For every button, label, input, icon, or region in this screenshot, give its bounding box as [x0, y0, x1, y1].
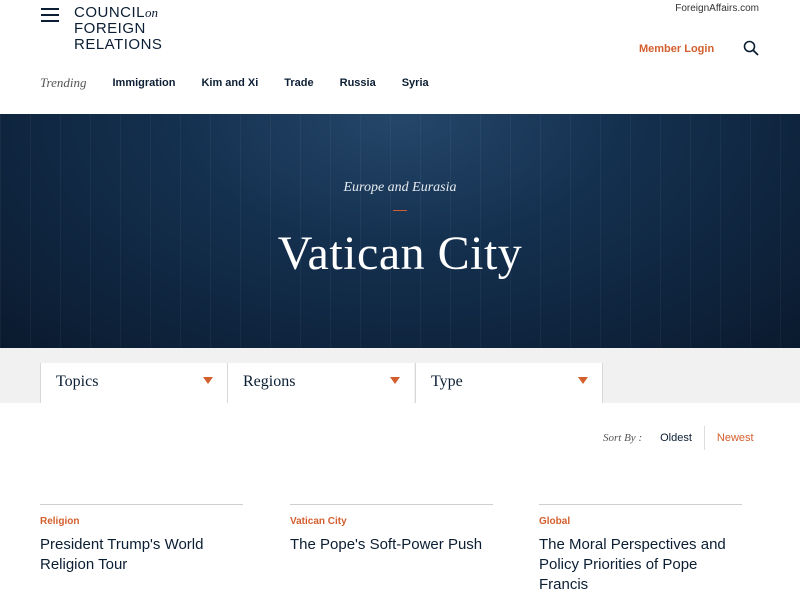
member-login-button[interactable]: Member Login [639, 43, 714, 55]
topics-filter-label: Topics [56, 373, 99, 390]
article-headline[interactable]: The Moral Perspectives and Policy Priori… [539, 535, 742, 595]
hero-banner: Europe and Eurasia Vatican City [0, 114, 800, 348]
article-headline[interactable]: The Pope's Soft-Power Push [290, 535, 493, 555]
filter-divider [602, 363, 603, 403]
sort-oldest-button[interactable]: Oldest [660, 426, 705, 450]
caret-down-icon [390, 377, 400, 384]
article-card[interactable]: Global The Moral Perspectives and Policy… [539, 504, 742, 593]
type-filter-label: Type [431, 373, 463, 390]
article-category[interactable]: Global [539, 516, 570, 527]
caret-down-icon [578, 377, 588, 384]
trending-item-immigration[interactable]: Immigration [112, 77, 175, 89]
hero-divider [393, 210, 407, 211]
article-card[interactable]: Vatican City The Pope's Soft-Power Push [290, 504, 493, 553]
article-headline[interactable]: President Trump's World Religion Tour [40, 535, 243, 575]
trending-item-kim-and-xi[interactable]: Kim and Xi [201, 77, 258, 89]
caret-down-icon [203, 377, 213, 384]
type-filter[interactable]: Type [415, 363, 602, 403]
logo-on: on [145, 5, 159, 20]
hamburger-menu-icon[interactable] [41, 8, 59, 22]
foreign-affairs-link[interactable]: ForeignAffairs.com [675, 3, 759, 14]
logo-foreign: FOREIGN [74, 20, 146, 37]
trending-item-trade[interactable]: Trade [284, 77, 313, 89]
regions-filter-label: Regions [243, 373, 296, 390]
trending-label: Trending [40, 75, 87, 90]
topics-filter[interactable]: Topics [40, 363, 227, 403]
filter-bar: Topics Regions Type [0, 348, 800, 403]
site-header: COUNCILon FOREIGN RELATIONS ForeignAffai… [0, 0, 800, 115]
trending-bar: Trending Immigration Kim and Xi Trade Ru… [40, 75, 455, 91]
article-category[interactable]: Religion [40, 516, 79, 527]
article-card[interactable]: Religion President Trump's World Religio… [40, 504, 243, 573]
regions-filter[interactable]: Regions [227, 363, 414, 403]
sort-newest-button[interactable]: Newest [705, 432, 766, 444]
logo-relations: RELATIONS [74, 36, 163, 53]
search-icon[interactable] [743, 40, 759, 56]
trending-item-syria[interactable]: Syria [402, 77, 429, 89]
hero-region[interactable]: Europe and Eurasia [0, 180, 800, 196]
article-category[interactable]: Vatican City [290, 516, 347, 527]
sort-label: Sort By : [603, 432, 643, 444]
trending-item-russia[interactable]: Russia [340, 77, 376, 89]
page-title: Vatican City [277, 227, 523, 280]
cfr-logo[interactable]: COUNCILon FOREIGN RELATIONS [74, 5, 162, 53]
sort-controls: Sort By : Oldest Newest [603, 426, 766, 450]
logo-council: COUNCIL [74, 4, 146, 21]
